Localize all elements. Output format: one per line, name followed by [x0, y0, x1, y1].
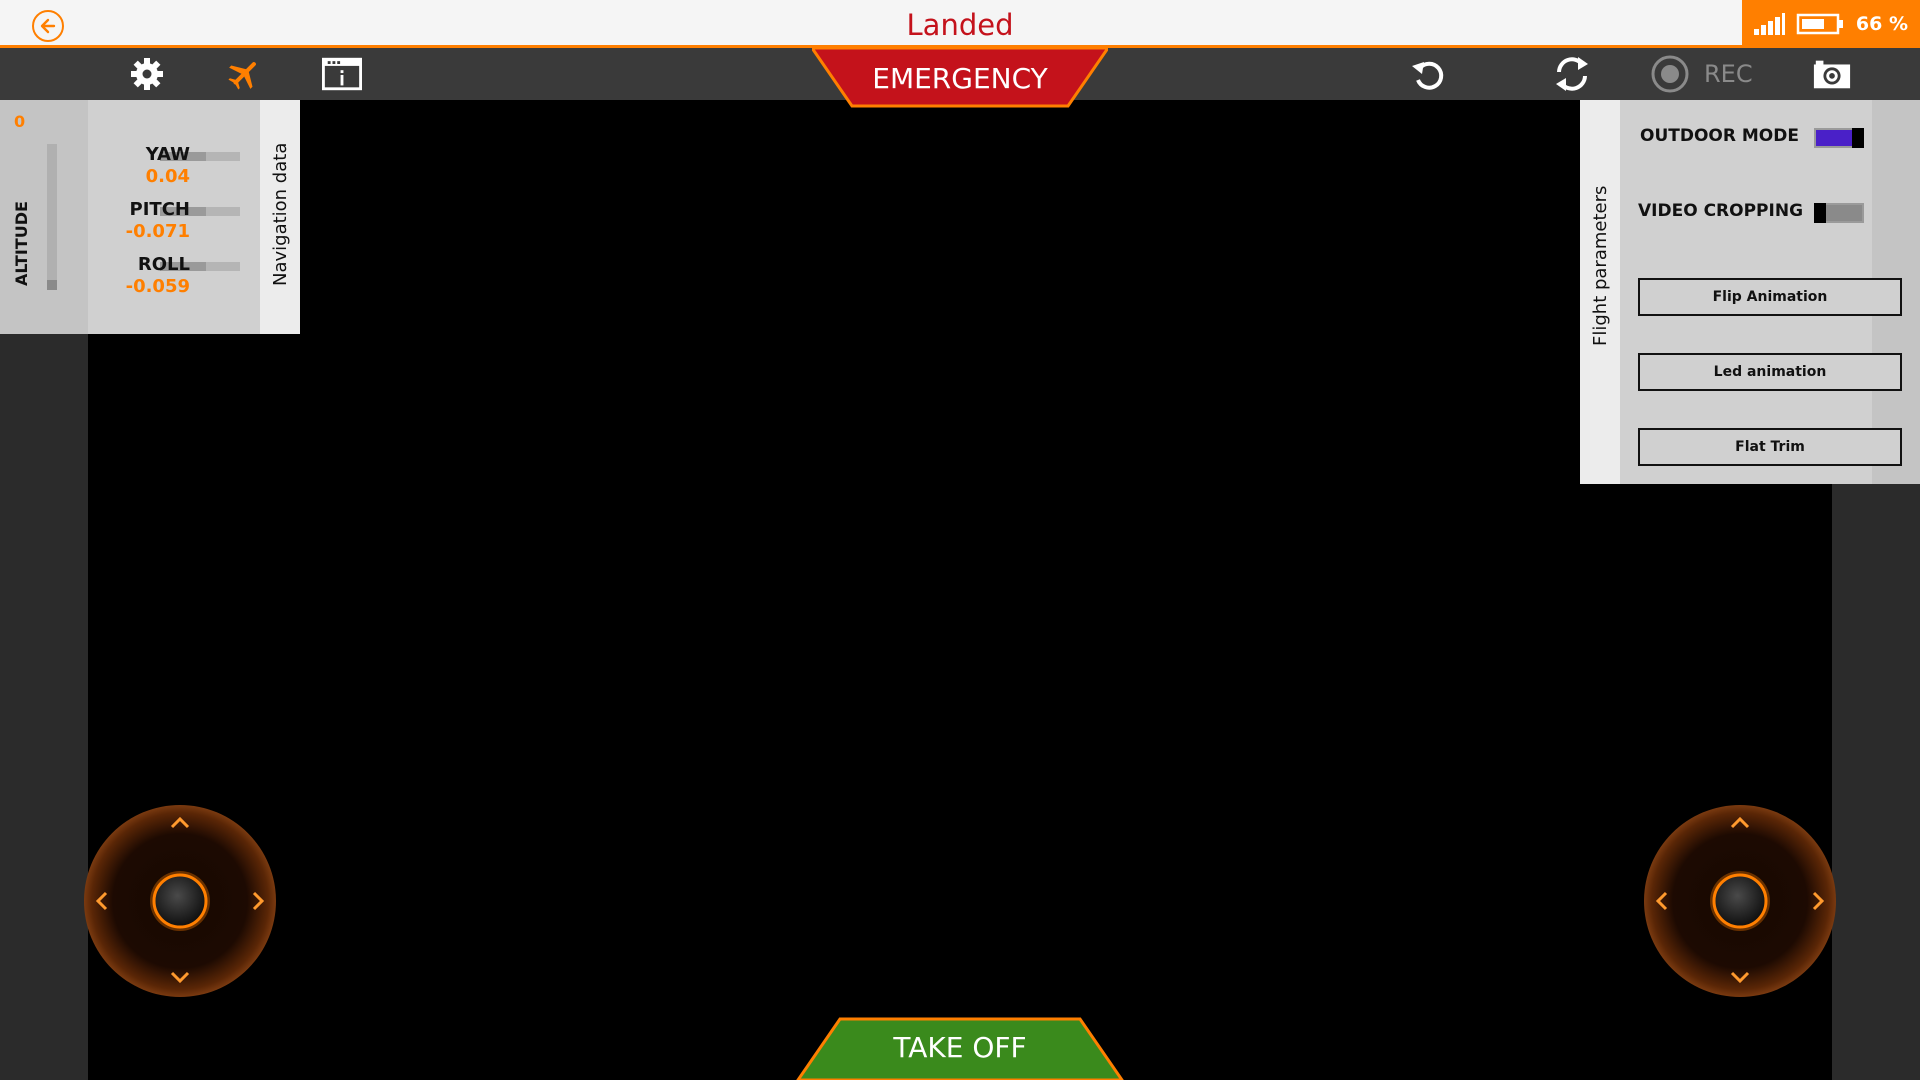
navigation-data-panel: 0 ALTITUDE YAW 0.04 PITCH -0.071 ROLL -0… — [0, 100, 300, 334]
altitude-gauge-fill — [47, 280, 57, 290]
rec-label: REC — [1704, 60, 1753, 88]
title-bar: Landed 66 % — [0, 0, 1920, 48]
rotate-icon — [1412, 61, 1444, 90]
flat-trim-button[interactable]: Flat Trim — [1638, 428, 1902, 466]
sync-icon — [1556, 57, 1588, 91]
emergency-button[interactable]: EMERGENCY — [809, 46, 1111, 108]
record-icon — [1651, 55, 1689, 93]
settings-button[interactable] — [127, 56, 167, 92]
info-window-icon — [322, 57, 362, 91]
flight-parameters-body: OUTDOOR MODE VIDEO CROPPING Flip Animati… — [1620, 100, 1920, 484]
video-cropping-toggle-knob — [1814, 203, 1826, 223]
airplane-icon — [228, 62, 256, 90]
altitude-value: 0 — [14, 112, 26, 131]
video-cropping-label: VIDEO CROPPING — [1638, 201, 1804, 221]
altitude-gauge — [47, 144, 57, 290]
record-button[interactable] — [1650, 55, 1690, 93]
navigation-data-tab-label: Navigation data — [270, 142, 291, 286]
takeoff-button[interactable]: TAKE OFF — [796, 1017, 1124, 1080]
roll-label: ROLL — [137, 254, 190, 275]
app-root: Landed 66 % EMERGENCY REC 0 ALTITUDE YAW… — [0, 0, 1920, 1080]
metric-roll: ROLL -0.059 — [88, 254, 260, 308]
camera-button[interactable] — [1812, 56, 1852, 92]
flight-mode-button[interactable] — [224, 56, 264, 92]
roll-value: -0.059 — [125, 276, 190, 297]
video-cropping-toggle[interactable] — [1814, 203, 1864, 223]
metric-pitch: PITCH -0.071 — [88, 199, 260, 253]
led-animation-button[interactable]: Led animation — [1638, 353, 1902, 391]
flip-animation-button[interactable]: Flip Animation — [1638, 278, 1902, 316]
yaw-label: YAW — [145, 144, 190, 165]
navigation-data-tab[interactable]: Navigation data — [260, 100, 300, 334]
metric-yaw: YAW 0.04 — [88, 144, 260, 198]
left-joystick[interactable] — [82, 803, 278, 999]
right-joystick-graphic — [1644, 805, 1836, 997]
flight-parameters-panel: Flight parameters OUTDOOR MODE VIDEO CRO… — [1580, 100, 1920, 484]
takeoff-label: TAKE OFF — [893, 1031, 1027, 1064]
flight-parameters-tab-label: Flight parameters — [1590, 185, 1611, 346]
camera-icon — [1813, 60, 1851, 89]
outdoor-mode-toggle-knob — [1852, 128, 1864, 148]
battery-icon — [1796, 13, 1843, 35]
reset-button[interactable] — [1408, 56, 1448, 92]
system-tray: 66 % — [1742, 0, 1920, 48]
battery-percent: 66 % — [1855, 13, 1908, 35]
emergency-label: EMERGENCY — [872, 62, 1048, 95]
right-joystick[interactable] — [1642, 803, 1838, 999]
info-button[interactable] — [322, 56, 362, 92]
attitude-metrics: YAW 0.04 PITCH -0.071 ROLL -0.059 — [88, 100, 260, 334]
outdoor-mode-toggle[interactable] — [1814, 128, 1864, 148]
left-joystick-graphic — [84, 805, 276, 997]
outdoor-mode-label: OUTDOOR MODE — [1640, 126, 1799, 146]
sync-button[interactable] — [1552, 56, 1592, 92]
gear-icon — [131, 58, 163, 90]
signal-icon — [1753, 13, 1785, 35]
altitude-label: ALTITUDE — [12, 201, 31, 286]
yaw-value: 0.04 — [145, 166, 190, 187]
flight-parameters-tab[interactable]: Flight parameters — [1580, 100, 1620, 484]
flight-status-title: Landed — [906, 8, 1014, 42]
pitch-value: -0.071 — [125, 221, 190, 242]
pitch-label: PITCH — [129, 199, 190, 220]
